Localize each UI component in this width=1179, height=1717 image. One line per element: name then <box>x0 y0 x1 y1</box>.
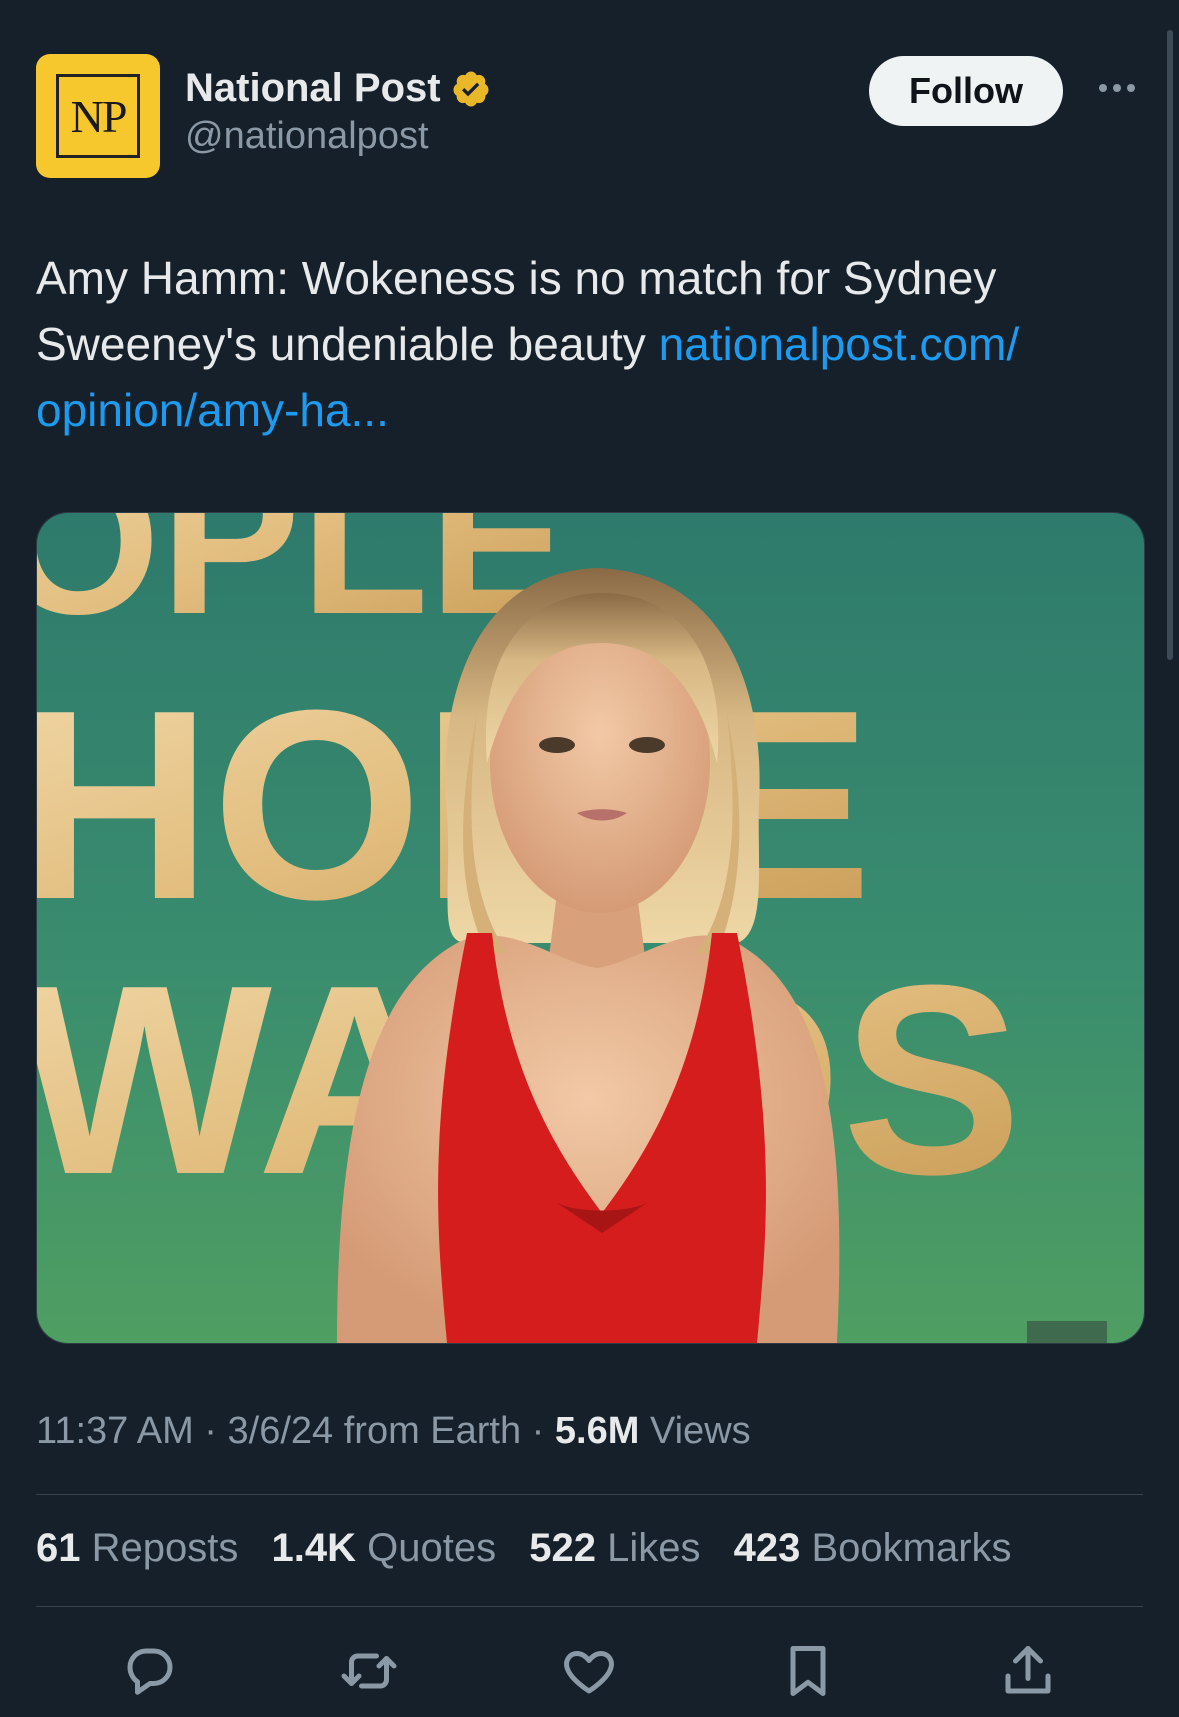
tweet-text: Amy Hamm: Wokeness is no match for Sydne… <box>36 245 1126 443</box>
account-info: National Post @nationalpost <box>185 66 491 158</box>
quotes-count: 1.4K <box>271 1526 357 1570</box>
avatar-logo: NP <box>56 74 140 158</box>
reply-button[interactable] <box>115 1636 185 1706</box>
bookmark-button[interactable] <box>773 1636 843 1706</box>
likes-count: 522 <box>529 1526 596 1570</box>
tweet-time[interactable]: 11:37 AM <box>36 1410 194 1452</box>
engagement-stats: 61 Reposts 1.4K Quotes 522 Likes 423 Boo… <box>36 1526 1034 1571</box>
reposts-stat[interactable]: 61 Reposts <box>36 1526 238 1570</box>
scrollbar[interactable] <box>1167 30 1173 660</box>
tweet-meta: 11:37 AM · 3/6/24 from Earth · 5.6M View… <box>36 1410 751 1452</box>
more-options-icon[interactable] <box>1091 68 1143 108</box>
views-label: Views <box>649 1410 751 1452</box>
views-count: 5.6M <box>554 1410 640 1452</box>
photo-illustration: OPLE HOICE WARDS <box>37 513 1144 1343</box>
tweet-location: from Earth <box>343 1410 522 1452</box>
reposts-label: Reposts <box>91 1526 239 1570</box>
bookmarks-label: Bookmarks <box>811 1526 1012 1570</box>
repost-icon <box>341 1653 397 1689</box>
likes-label: Likes <box>607 1526 701 1570</box>
tweet-date[interactable]: 3/6/24 <box>228 1410 334 1452</box>
divider <box>36 1606 1143 1607</box>
share-icon <box>1005 1646 1051 1694</box>
verified-badge-icon <box>453 71 489 106</box>
quotes-stat[interactable]: 1.4K Quotes <box>272 1526 497 1570</box>
tweet-media-photo[interactable]: OPLE HOICE WARDS <box>36 512 1145 1344</box>
quotes-label: Quotes <box>367 1526 497 1570</box>
follow-button[interactable]: Follow <box>869 56 1063 126</box>
repost-button[interactable] <box>334 1636 404 1706</box>
bookmarks-count: 423 <box>733 1526 801 1570</box>
reposts-count: 61 <box>36 1526 81 1570</box>
likes-stat[interactable]: 522 Likes <box>529 1526 700 1570</box>
like-icon <box>564 1651 614 1694</box>
reply-icon <box>127 1648 173 1695</box>
like-button[interactable] <box>554 1636 624 1706</box>
handle[interactable]: @nationalpost <box>185 115 491 158</box>
avatar[interactable]: NP <box>36 54 160 178</box>
action-bar <box>36 1636 1143 1706</box>
display-name[interactable]: National Post <box>185 66 441 111</box>
share-button[interactable] <box>993 1636 1063 1706</box>
tweet-header: NP National Post @nationalpost Follow <box>36 54 1143 180</box>
divider <box>36 1494 1143 1495</box>
bookmarks-stat[interactable]: 423 Bookmarks <box>734 1526 1012 1570</box>
bookmark-icon <box>790 1646 826 1696</box>
